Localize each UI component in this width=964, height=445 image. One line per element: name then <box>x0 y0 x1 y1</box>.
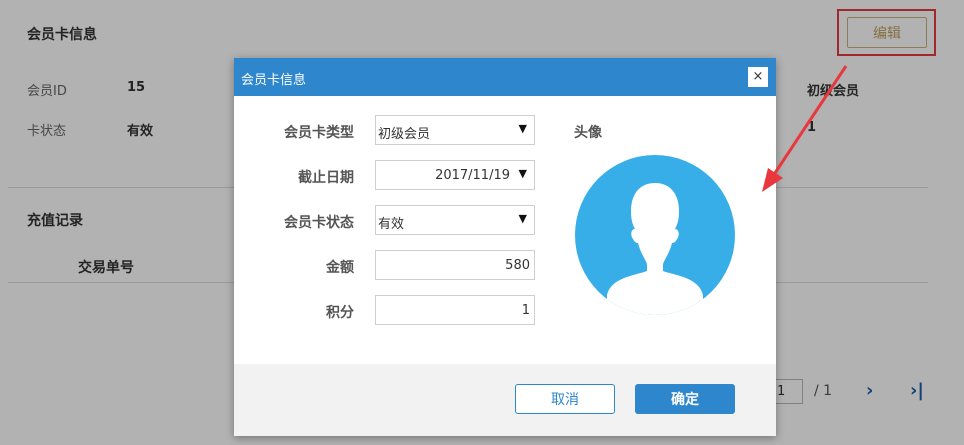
annotation-arrow-icon <box>762 65 848 192</box>
